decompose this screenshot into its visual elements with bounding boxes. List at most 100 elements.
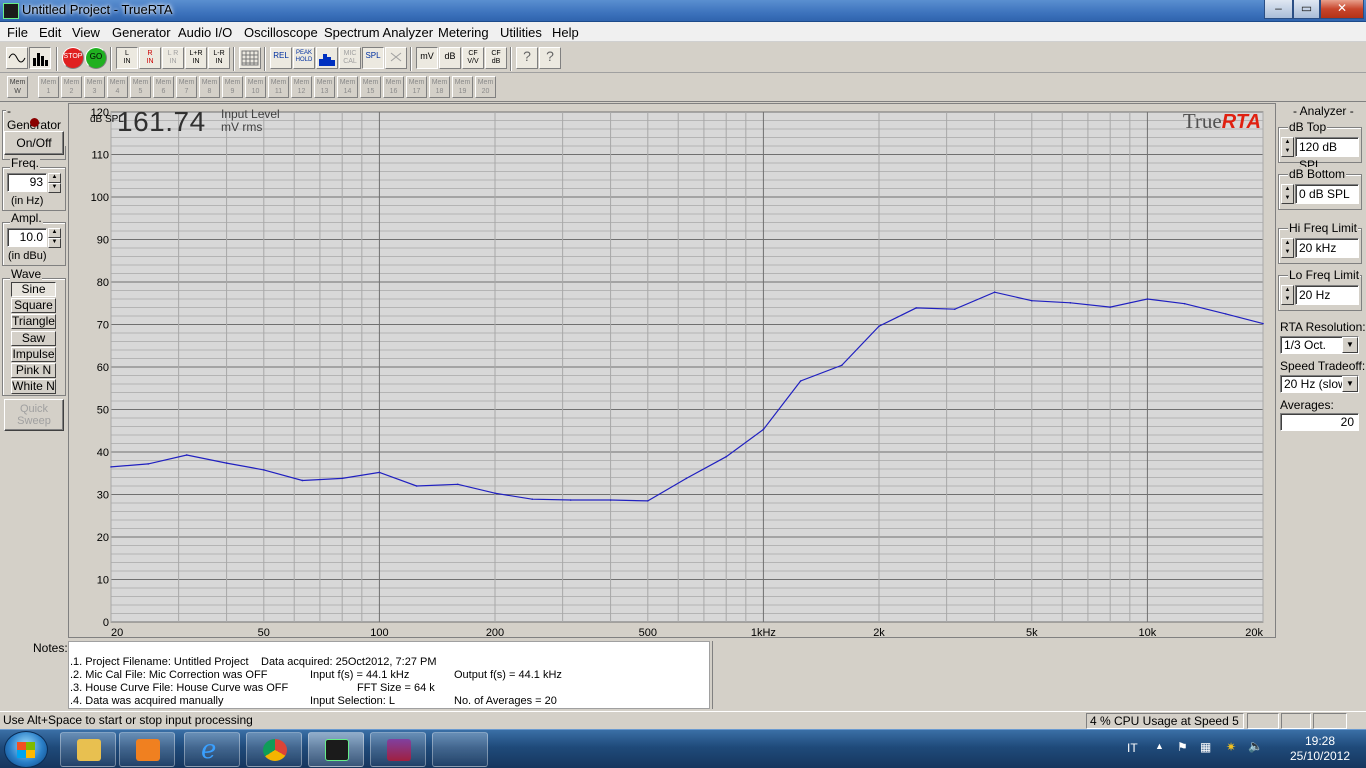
menu-view[interactable]: View [72, 25, 100, 40]
menu-spectrum-analyzer[interactable]: Spectrum Analyzer [324, 25, 433, 40]
wave-saw-button[interactable]: Saw [11, 331, 56, 346]
cf-db-button[interactable]: CF dB [485, 47, 507, 69]
menu-oscilloscope[interactable]: Oscilloscope [244, 25, 318, 40]
mem-12-button[interactable]: Mem 12 [291, 76, 312, 98]
language-indicator[interactable]: IT [1127, 741, 1138, 755]
tray-network-icon[interactable]: ▦ [1200, 740, 1211, 754]
taskbar-internet-explorer[interactable]: e [184, 732, 240, 767]
lo-freq-spin-icon[interactable]: ▲ ▼ [1281, 285, 1294, 305]
oscilloscope-mode-button[interactable] [6, 47, 28, 69]
left-input-button[interactable]: L IN [116, 47, 138, 69]
speed-tradeoff-select[interactable]: 20 Hz (slow) ▼ [1280, 375, 1359, 393]
freq-up-arrow-icon[interactable]: ▲ [48, 173, 61, 183]
relative-button[interactable]: REL [270, 47, 292, 69]
wave-pink-noise-button[interactable]: Pink N [11, 363, 56, 378]
db-top-input[interactable]: 120 dB SPL [1295, 137, 1359, 172]
menu-edit[interactable]: Edit [39, 25, 61, 40]
mem-9-button[interactable]: Mem 9 [222, 76, 243, 98]
ampl-up-arrow-icon[interactable]: ▲ [48, 228, 61, 238]
ampl-input[interactable]: 10.0 [7, 228, 47, 247]
mem-6-button[interactable]: Mem 6 [153, 76, 174, 98]
freq-input[interactable]: 93 [7, 173, 47, 192]
menu-generator[interactable]: Generator [112, 25, 171, 40]
menu-audio-io[interactable]: Audio I/O [178, 25, 232, 40]
mem-11-button[interactable]: Mem 11 [268, 76, 289, 98]
menu-help[interactable]: Help [552, 25, 579, 40]
stereo-input-button[interactable]: L R IN [162, 47, 184, 69]
db-top-spin-icon[interactable]: ▲ ▼ [1281, 137, 1294, 157]
lo-freq-input[interactable]: 20 Hz [1295, 285, 1359, 305]
mic-cal-button[interactable]: MIC CAL [339, 47, 361, 69]
mem-18-button[interactable]: Mem 18 [429, 76, 450, 98]
go-button[interactable]: GO [85, 47, 107, 69]
maximize-button[interactable]: ▭ [1293, 0, 1320, 19]
wave-sine-button[interactable]: Sine [11, 282, 56, 297]
mem-4-button[interactable]: Mem 4 [107, 76, 128, 98]
db-units-button[interactable]: dB [439, 47, 461, 69]
hi-freq-spin-icon[interactable]: ▲ ▼ [1281, 238, 1294, 258]
db-bottom-spin-icon[interactable]: ▲ ▼ [1281, 184, 1294, 204]
notes-textbox[interactable]: .1. Project Filename: Untitled Project D… [68, 641, 710, 709]
taskbar-window[interactable] [432, 732, 488, 767]
menu-utilities[interactable]: Utilities [500, 25, 542, 40]
help-button[interactable]: ? [516, 47, 538, 69]
taskbar-media-player[interactable] [119, 732, 175, 767]
tray-volume-icon[interactable]: 🔈 [1248, 739, 1263, 753]
taskbar-winrar[interactable] [370, 732, 426, 767]
diff-input-button[interactable]: L-R IN [208, 47, 230, 69]
wave-square-button[interactable]: Square [11, 298, 56, 313]
mem-3-button[interactable]: Mem 3 [84, 76, 105, 98]
close-trace-button[interactable] [385, 47, 407, 69]
close-button[interactable]: ✕ [1320, 0, 1364, 19]
mem-w-button[interactable]: Mem W [7, 76, 28, 98]
chevron-down-icon[interactable]: ▼ [1342, 376, 1358, 392]
ampl-down-arrow-icon[interactable]: ▼ [48, 238, 61, 248]
spl-button[interactable]: SPL [362, 47, 384, 69]
mem-19-button[interactable]: Mem 19 [452, 76, 473, 98]
right-input-button[interactable]: R IN [139, 47, 161, 69]
wave-impulse-button[interactable]: Impulse [11, 347, 56, 362]
app-icon[interactable] [3, 3, 19, 19]
generator-onoff-button[interactable]: On/Off [4, 131, 64, 155]
menu-file[interactable]: File [7, 25, 28, 40]
taskbar-clock[interactable]: 19:28 25/10/2012 [1280, 734, 1360, 764]
tray-expand-icon[interactable]: ▲ [1155, 741, 1164, 751]
taskbar-chrome[interactable] [246, 732, 302, 767]
mem-10-button[interactable]: Mem 10 [245, 76, 266, 98]
mem-8-button[interactable]: Mem 8 [199, 76, 220, 98]
freq-down-arrow-icon[interactable]: ▼ [48, 183, 61, 193]
mv-units-button[interactable]: mV [416, 47, 438, 69]
tray-power-icon[interactable]: ✷ [1226, 740, 1236, 754]
menu-metering[interactable]: Metering [438, 25, 489, 40]
mem-16-button[interactable]: Mem 16 [383, 76, 404, 98]
bar-graph-button[interactable] [316, 47, 338, 69]
rta-resolution-select[interactable]: 1/3 Oct. ▼ [1280, 336, 1359, 354]
mem-1-button[interactable]: Mem 1 [38, 76, 59, 98]
quick-sweep-button[interactable]: Quick Sweep [4, 399, 64, 431]
sum-input-button[interactable]: L+R IN [185, 47, 207, 69]
chevron-down-icon[interactable]: ▼ [1342, 337, 1358, 353]
mem-15-button[interactable]: Mem 15 [360, 76, 381, 98]
spectrum-mode-button[interactable] [29, 47, 51, 69]
mem-17-button[interactable]: Mem 17 [406, 76, 427, 98]
grid-button[interactable] [239, 47, 261, 69]
context-help-button[interactable]: ? [539, 47, 561, 69]
taskbar-truerta[interactable] [308, 732, 364, 767]
start-button[interactable] [4, 731, 48, 768]
mem-13-button[interactable]: Mem 13 [314, 76, 335, 98]
wave-white-noise-button[interactable]: White N [11, 379, 56, 394]
db-bottom-input[interactable]: 0 dB SPL [1295, 184, 1359, 204]
tray-flag-icon[interactable]: ⚑ [1177, 740, 1188, 754]
mem-5-button[interactable]: Mem 5 [130, 76, 151, 98]
hi-freq-input[interactable]: 20 kHz [1295, 238, 1359, 258]
taskbar-explorer[interactable] [60, 732, 116, 767]
stop-button[interactable]: STOP [62, 47, 84, 69]
mem-20-button[interactable]: Mem 20 [475, 76, 496, 98]
minimize-button[interactable]: ‒ [1264, 0, 1293, 19]
spectrum-graph[interactable]: 0 10 20 30 40 50 60 70 80 90 100 110 120 20 50 100 200 50… [68, 103, 1276, 638]
peak-hold-button[interactable]: PEAK HOLD [293, 47, 315, 69]
mem-2-button[interactable]: Mem 2 [61, 76, 82, 98]
averages-input[interactable]: 20 [1280, 413, 1359, 431]
cf-vv-button[interactable]: CF V/V [462, 47, 484, 69]
wave-triangle-button[interactable]: Triangle [11, 314, 56, 329]
